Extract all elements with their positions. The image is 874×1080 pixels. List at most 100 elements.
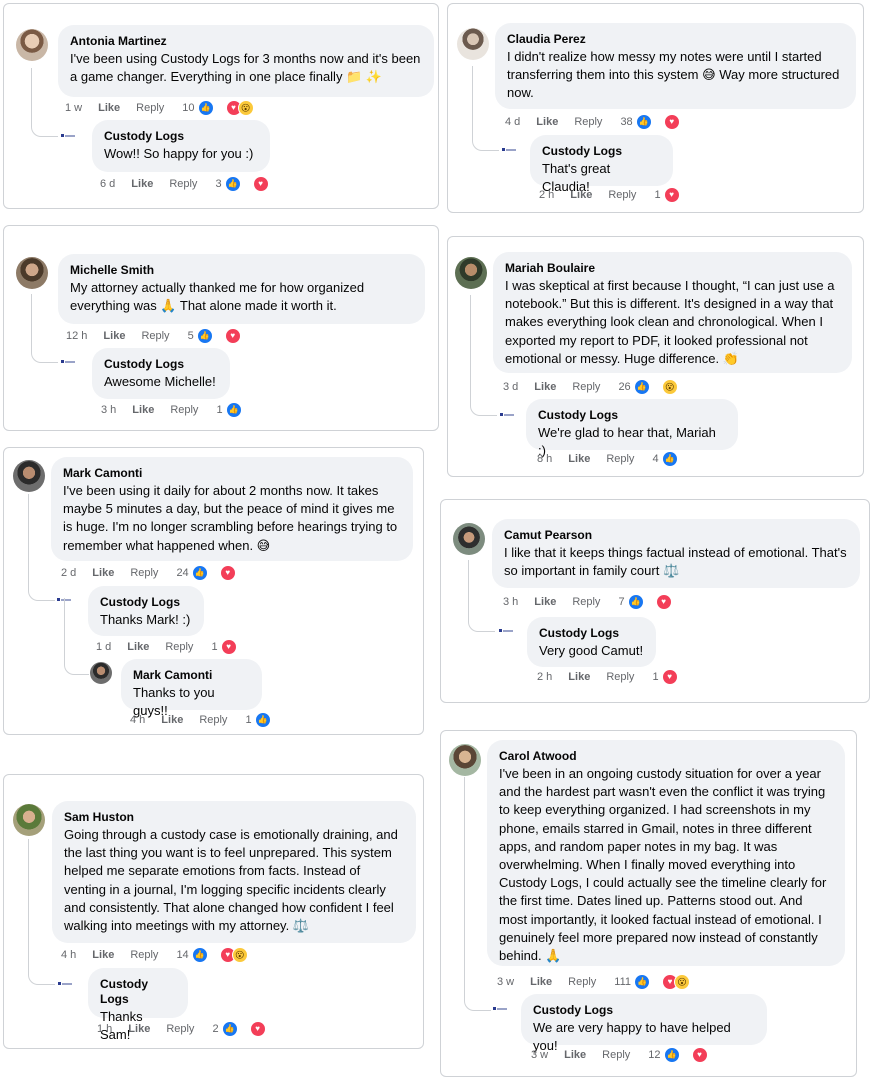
- like-button[interactable]: Like: [568, 453, 590, 465]
- reply-author[interactable]: Custody Logs: [104, 129, 258, 144]
- reply-author[interactable]: Custody Logs: [533, 1003, 755, 1018]
- like-button[interactable]: Like: [131, 178, 153, 190]
- reply-button[interactable]: Reply: [165, 641, 193, 653]
- reaction-count[interactable]: 1: [652, 671, 658, 683]
- reactions[interactable]: 👍 😮: [633, 379, 678, 395]
- comment-time[interactable]: 3 w: [497, 976, 514, 988]
- reaction-count[interactable]: 26: [618, 381, 630, 393]
- reply-author[interactable]: Custody Logs: [538, 408, 726, 423]
- reply-time[interactable]: 3 h: [101, 404, 116, 416]
- like-button[interactable]: Like: [568, 671, 590, 683]
- avatar[interactable]: [13, 804, 45, 836]
- reply-button[interactable]: Reply: [130, 949, 158, 961]
- reply-button[interactable]: Reply: [572, 596, 600, 608]
- reply-time[interactable]: 8 h: [537, 453, 552, 465]
- reactions[interactable]: 👍: [661, 451, 694, 467]
- reactions[interactable]: 👍 ♥: [224, 176, 269, 192]
- custody-logs-logo-icon[interactable]: [500, 413, 516, 417]
- reactions[interactable]: 👍 ♥: [627, 594, 672, 610]
- reaction-count[interactable]: 3: [215, 178, 221, 190]
- reactions[interactable]: 👍: [225, 402, 258, 418]
- reaction-count[interactable]: 38: [620, 116, 632, 128]
- avatar[interactable]: [457, 28, 489, 60]
- reply-button[interactable]: Reply: [166, 1023, 194, 1035]
- reactions[interactable]: 👍 ♥: [196, 328, 241, 344]
- avatar[interactable]: [13, 460, 45, 492]
- comment-author[interactable]: Camut Pearson: [504, 528, 848, 543]
- reactions[interactable]: ♥: [661, 669, 678, 685]
- reply-button[interactable]: Reply: [574, 116, 602, 128]
- custody-logs-logo-icon[interactable]: [61, 360, 77, 364]
- reactions[interactable]: 👍: [254, 712, 287, 728]
- like-button[interactable]: Like: [92, 949, 114, 961]
- like-button[interactable]: Like: [161, 714, 183, 726]
- reactions[interactable]: 👍 ♥: [635, 114, 680, 130]
- like-button[interactable]: Like: [534, 381, 556, 393]
- comment-time[interactable]: 4 d: [505, 116, 520, 128]
- reactions[interactable]: 👍 ♥ 😮: [197, 100, 254, 116]
- comment-time[interactable]: 1 w: [65, 102, 82, 114]
- avatar[interactable]: [16, 257, 48, 289]
- reactions[interactable]: 👍 ♥ 😮: [634, 974, 690, 990]
- custody-logs-logo-icon[interactable]: [502, 148, 518, 152]
- reply-time[interactable]: 2 h: [537, 671, 552, 683]
- custody-logs-logo-icon[interactable]: [493, 1007, 509, 1011]
- reaction-count[interactable]: 111: [614, 976, 631, 988]
- reply-time[interactable]: 3 w: [531, 1049, 548, 1061]
- reply-time[interactable]: 1 h: [97, 1023, 112, 1035]
- comment-author[interactable]: Mariah Boulaire: [505, 261, 840, 276]
- reply-author[interactable]: Custody Logs: [539, 626, 644, 641]
- reaction-count[interactable]: 1: [245, 714, 251, 726]
- reply-author[interactable]: Custody Logs: [542, 144, 661, 159]
- avatar[interactable]: [90, 662, 112, 684]
- reaction-count[interactable]: 14: [176, 949, 188, 961]
- comment-author[interactable]: Carol Atwood: [499, 749, 833, 764]
- reply-button[interactable]: Reply: [169, 178, 197, 190]
- reply-time[interactable]: 1 d: [96, 641, 111, 653]
- reactions[interactable]: ♥: [220, 639, 237, 655]
- like-button[interactable]: Like: [103, 330, 125, 342]
- reply-author[interactable]: Custody Logs: [104, 357, 218, 372]
- reply-time[interactable]: 6 d: [100, 178, 115, 190]
- comment-time[interactable]: 3 h: [503, 596, 518, 608]
- custody-logs-logo-icon[interactable]: [61, 134, 77, 138]
- reply-time[interactable]: 2 h: [539, 189, 554, 201]
- reactions[interactable]: 👍 ♥ 😮: [191, 947, 248, 963]
- like-button[interactable]: Like: [564, 1049, 586, 1061]
- like-button[interactable]: Like: [127, 641, 149, 653]
- reply-time[interactable]: 4 h: [130, 714, 145, 726]
- reaction-count[interactable]: 1: [216, 404, 222, 416]
- reaction-count[interactable]: 2: [212, 1023, 218, 1035]
- reply-button[interactable]: Reply: [199, 714, 227, 726]
- like-button[interactable]: Like: [98, 102, 120, 114]
- reaction-count[interactable]: 24: [176, 567, 188, 579]
- comment-author[interactable]: Antonia Martinez: [70, 34, 422, 49]
- reaction-count[interactable]: 4: [652, 453, 658, 465]
- like-button[interactable]: Like: [92, 567, 114, 579]
- like-button[interactable]: Like: [132, 404, 154, 416]
- like-button[interactable]: Like: [534, 596, 556, 608]
- comment-time[interactable]: 3 d: [503, 381, 518, 393]
- comment-author[interactable]: Sam Huston: [64, 810, 404, 825]
- comment-author[interactable]: Michelle Smith: [70, 263, 413, 278]
- reply-button[interactable]: Reply: [136, 102, 164, 114]
- reactions[interactable]: 👍 ♥: [191, 565, 236, 581]
- reply-author[interactable]: Custody Logs: [100, 977, 176, 1007]
- reaction-count[interactable]: 10: [182, 102, 194, 114]
- reply-button[interactable]: Reply: [602, 1049, 630, 1061]
- comment-time[interactable]: 12 h: [66, 330, 87, 342]
- reply-button[interactable]: Reply: [130, 567, 158, 579]
- reaction-count[interactable]: 12: [648, 1049, 660, 1061]
- comment-author[interactable]: Claudia Perez: [507, 32, 844, 47]
- reply-button[interactable]: Reply: [568, 976, 596, 988]
- reactions[interactable]: 👍 ♥: [221, 1021, 266, 1037]
- reply-button[interactable]: Reply: [606, 671, 634, 683]
- reply-button[interactable]: Reply: [606, 453, 634, 465]
- like-button[interactable]: Like: [128, 1023, 150, 1035]
- reaction-count[interactable]: 1: [654, 189, 660, 201]
- reaction-count[interactable]: 1: [211, 641, 217, 653]
- comment-time[interactable]: 4 h: [61, 949, 76, 961]
- avatar[interactable]: [455, 257, 487, 289]
- reaction-count[interactable]: 5: [188, 330, 194, 342]
- reply-button[interactable]: Reply: [608, 189, 636, 201]
